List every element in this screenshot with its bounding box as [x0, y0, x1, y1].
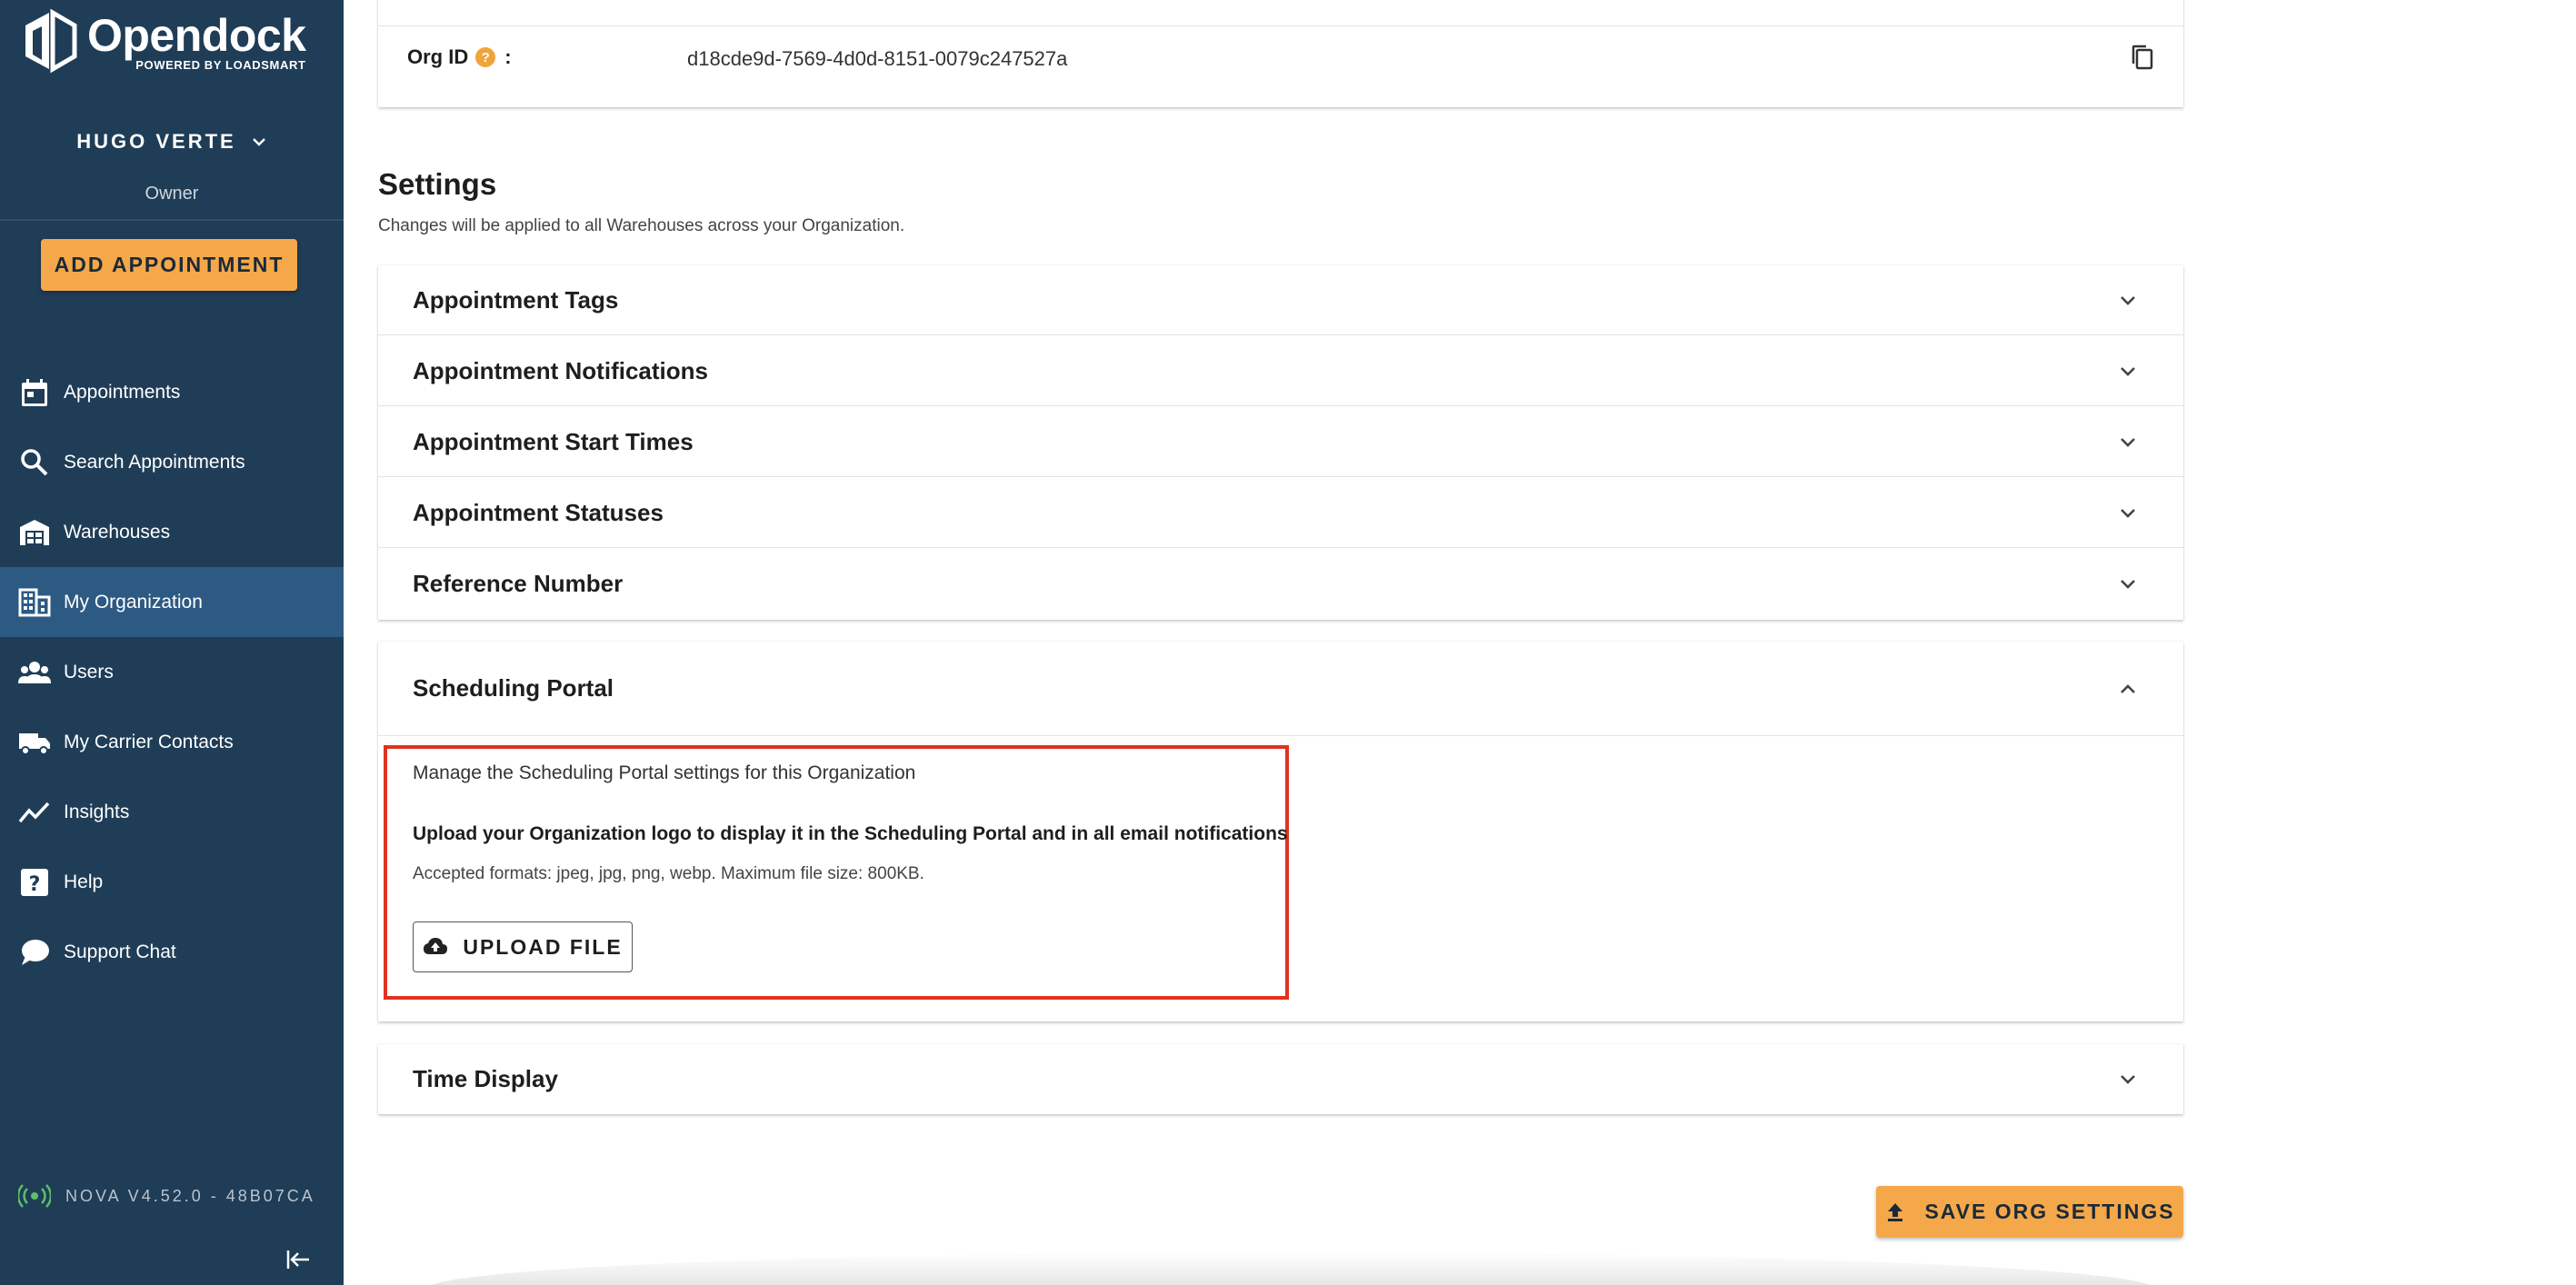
accordion-title: Appointment Statuses — [413, 498, 664, 526]
accepted-formats-text: Accepted formats: jpeg, jpg, png, webp. … — [413, 864, 924, 883]
sidebar: Opendock POWERED BY LOADSMART HUGO VERTE… — [0, 0, 344, 1285]
bottom-shadow — [427, 1252, 2154, 1285]
warehouse-icon — [20, 519, 49, 545]
sidebar-item-insights[interactable]: Insights — [0, 777, 344, 847]
sidebar-item-search-appointments[interactable]: Search Appointments — [0, 427, 344, 497]
accordion-appointment-notifications[interactable]: Appointment Notifications — [378, 336, 2183, 406]
org-id-label-text: Org ID — [407, 45, 469, 68]
portal-description: Manage the Scheduling Portal settings fo… — [413, 762, 916, 783]
time-display-panel: Time Display — [378, 1044, 2183, 1114]
truck-icon — [19, 732, 50, 755]
users-icon — [18, 661, 51, 683]
chevron-down-icon — [2121, 509, 2135, 518]
org-info-card: Org ID ? : d18cde9d-7569-4d0d-8151-0079c… — [378, 0, 2183, 107]
user-role: Owner — [145, 184, 199, 204]
sidebar-item-label: Insights — [64, 801, 130, 822]
chevron-up-icon — [2121, 684, 2135, 693]
accordion-appointment-start-times[interactable]: Appointment Start Times — [378, 407, 2183, 477]
chevron-down-icon — [2121, 1075, 2135, 1084]
copy-icon[interactable] — [2130, 44, 2155, 71]
accordion-title: Reference Number — [413, 570, 624, 597]
chevron-down-icon — [2121, 438, 2135, 447]
sidebar-nav: Appointments Search Appointments Warehou… — [0, 357, 344, 987]
sidebar-item-label: My Organization — [64, 591, 203, 613]
upload-file-label: UPLOAD FILE — [463, 934, 623, 959]
sidebar-item-label: Users — [64, 661, 114, 682]
add-appointment-button[interactable]: ADD APPOINTMENT — [41, 239, 297, 291]
help-circle-icon[interactable]: ? — [475, 47, 496, 67]
sidebar-item-label: Warehouses — [64, 521, 171, 543]
sidebar-item-my-organization[interactable]: My Organization — [0, 567, 344, 637]
opendock-logo[interactable]: Opendock POWERED BY LOADSMART — [22, 5, 322, 76]
upload-icon — [1888, 1202, 1903, 1221]
sidebar-item-appointments[interactable]: Appointments — [0, 357, 344, 427]
sidebar-item-help[interactable]: ? Help — [0, 847, 344, 917]
sidebar-item-label: Appointments — [64, 381, 181, 403]
chevron-down-icon — [2121, 296, 2135, 305]
broadcast-icon — [18, 1184, 51, 1208]
sidebar-item-label: Help — [64, 871, 104, 892]
accordion-appointment-tags[interactable]: Appointment Tags — [378, 265, 2183, 335]
svg-text:?: ? — [29, 873, 41, 896]
trending-icon — [18, 802, 50, 822]
save-org-settings-label: SAVE ORG SETTINGS — [1924, 1200, 2175, 1223]
chevron-down-icon — [2121, 367, 2135, 376]
org-id-colon: : — [504, 45, 512, 68]
sidebar-item-users[interactable]: Users — [0, 637, 344, 707]
accordion-title: Scheduling Portal — [413, 674, 614, 702]
building-icon — [18, 588, 51, 616]
opendock-logo-icon — [25, 8, 77, 74]
save-org-settings-button[interactable]: SAVE ORG SETTINGS — [1876, 1186, 2183, 1238]
chat-icon — [22, 939, 49, 965]
brand-name: Opendock — [87, 9, 306, 61]
help-icon: ? — [21, 868, 48, 896]
chevron-down-icon — [252, 138, 265, 146]
calendar-icon — [22, 378, 47, 406]
sidebar-item-label: My Carrier Contacts — [64, 731, 234, 752]
chevron-down-icon — [2121, 580, 2135, 589]
card-divider — [378, 25, 2183, 26]
accordion-title: Appointment Start Times — [413, 427, 694, 455]
accordion-title: Time Display — [413, 1065, 558, 1092]
upload-file-button[interactable]: UPLOAD FILE — [413, 921, 633, 972]
user-name: HUGO VERTE — [76, 130, 236, 153]
scheduling-portal-panel: Scheduling Portal Manage the Scheduling … — [378, 642, 2183, 1021]
sidebar-item-label: Support Chat — [64, 941, 176, 962]
accordion-time-display[interactable]: Time Display — [378, 1044, 2183, 1114]
sidebar-item-support-chat[interactable]: Support Chat — [0, 917, 344, 987]
settings-accordion: Appointment Tags Appointment Notificatio… — [378, 265, 2183, 620]
logo-upload-title: Upload your Organization logo to display… — [413, 823, 1288, 844]
cloud-upload-icon — [424, 938, 448, 954]
accordion-title: Appointment Notifications — [413, 356, 708, 384]
accordion-appointment-statuses[interactable]: Appointment Statuses — [378, 478, 2183, 548]
collapse-sidebar-icon[interactable] — [284, 1247, 313, 1272]
accordion-reference-number[interactable]: Reference Number — [378, 549, 2183, 619]
settings-title: Settings — [378, 167, 497, 201]
org-id-label: Org ID ? : — [407, 45, 512, 69]
search-icon — [21, 448, 48, 475]
settings-subtitle: Changes will be applied to all Warehouse… — [378, 216, 905, 235]
sidebar-item-label: Search Appointments — [64, 451, 245, 473]
sidebar-item-warehouses[interactable]: Warehouses — [0, 497, 344, 567]
accordion-scheduling-portal[interactable]: Scheduling Portal — [378, 642, 2183, 736]
brand-tagline: POWERED BY LOADSMART — [135, 57, 306, 72]
version-label: NOVA V4.52.0 - 48B07CA — [65, 1186, 315, 1205]
user-menu[interactable]: HUGO VERTE — [0, 130, 344, 154]
sidebar-item-my-carrier-contacts[interactable]: My Carrier Contacts — [0, 707, 344, 777]
org-id-value: d18cde9d-7569-4d0d-8151-0079c247527a — [687, 47, 1068, 70]
accordion-title: Appointment Tags — [413, 285, 619, 314]
version-info: NOVA V4.52.0 - 48B07CA — [18, 1183, 315, 1209]
sidebar-divider — [0, 219, 344, 221]
